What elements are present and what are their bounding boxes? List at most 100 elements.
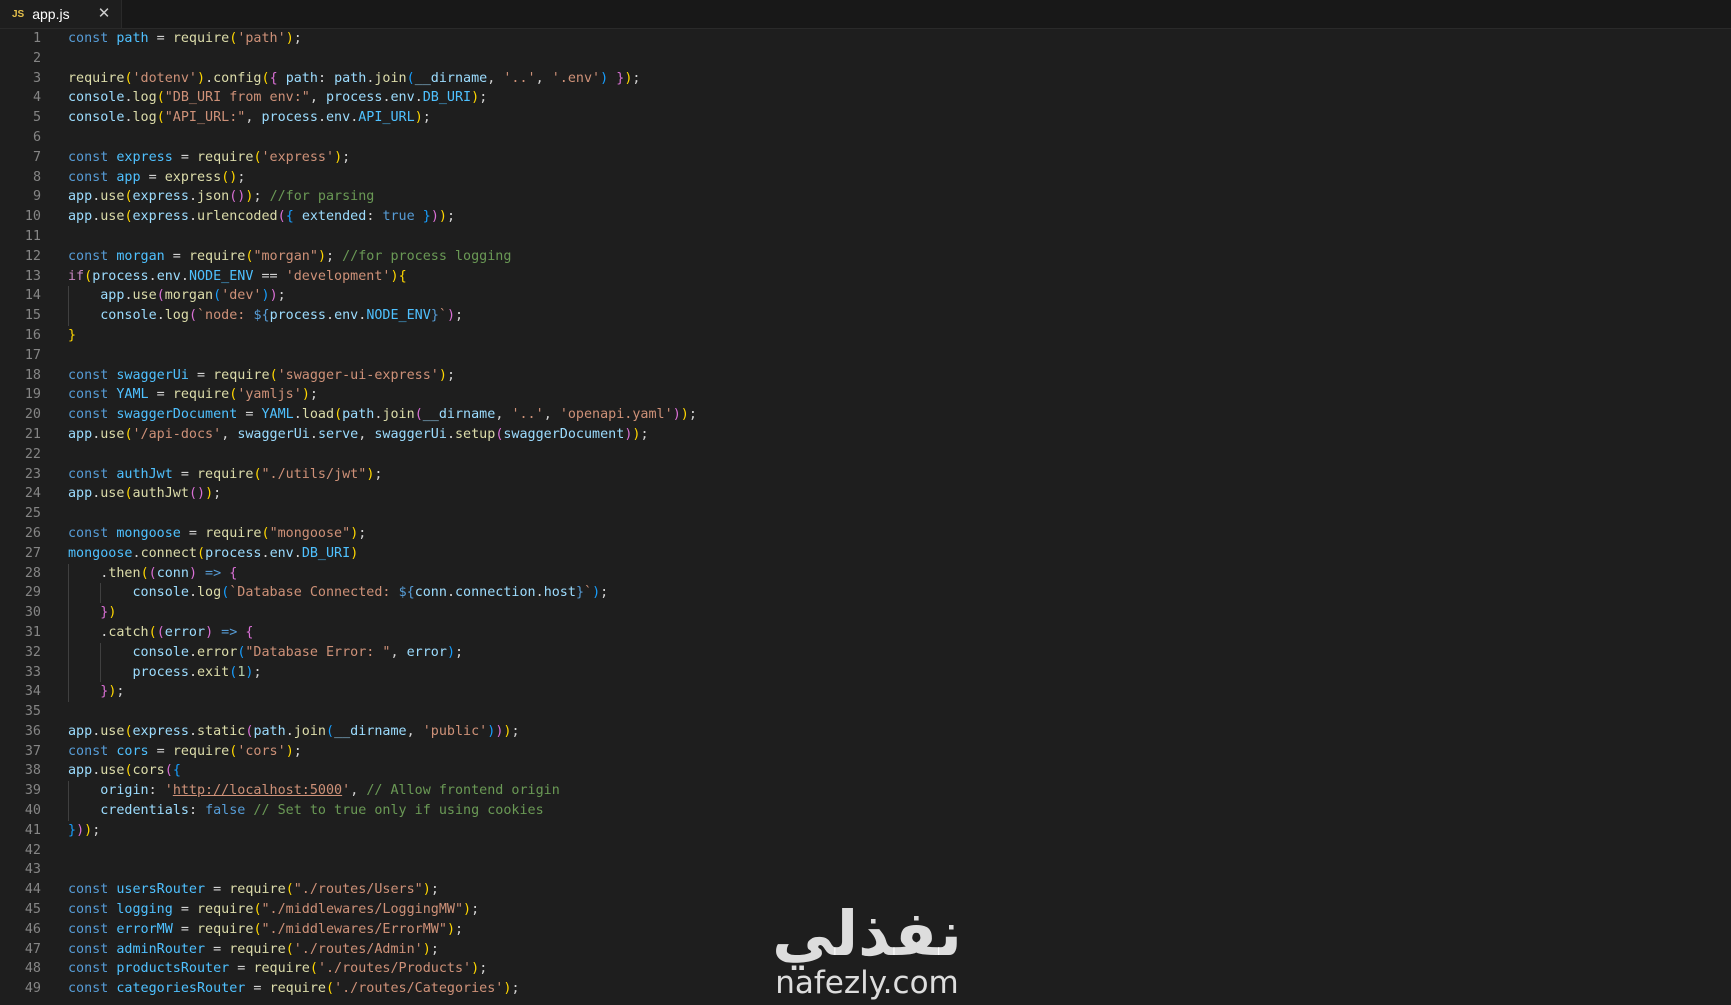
line-number: 35 (0, 702, 41, 722)
code-line: 25 (0, 504, 1731, 524)
code-line: 8const app = express(); (0, 168, 1731, 188)
code-text: const productsRouter = require('./routes… (68, 959, 487, 979)
code-line: 20 const swaggerDocument = YAML.load(path… (0, 405, 1731, 425)
code-line: 29 console.log(`Database Connected: ${co… (0, 583, 1731, 603)
line-number: 29 (0, 583, 41, 603)
line-number: 27 (0, 544, 41, 564)
watermark-arabic-text: نفذلي (772, 897, 962, 970)
code-line: 1 const path = require('path'); (0, 29, 1731, 49)
code-line: 43 (0, 860, 1731, 880)
code-text: }); (68, 682, 124, 702)
code-text: app.use('/api-docs', swaggerUi.serve, sw… (68, 425, 649, 445)
line-number: 3 (0, 69, 41, 89)
line-number: 36 (0, 722, 41, 742)
code-line: 21 app.use('/api-docs', swaggerUi.serve, … (0, 425, 1731, 445)
code-line: 5 console.log("API_URL:", process.env.API… (0, 108, 1731, 128)
line-number: 9 (0, 187, 41, 207)
line-number: 39 (0, 781, 41, 801)
code-line: 24app.use(authJwt()); (0, 484, 1731, 504)
line-number: 1 (0, 29, 41, 49)
line-number: 43 (0, 860, 41, 880)
code-line: 10app.use(express.urlencoded({ extended:… (0, 207, 1731, 227)
code-line: 4console.log("DB_URI from env:", process… (0, 88, 1731, 108)
code-line: 33 process.exit(1); (0, 663, 1731, 683)
code-line: 36 app.use(express.static(path.join(__dir… (0, 722, 1731, 742)
code-line: 35 (0, 702, 1731, 722)
code-text: } (68, 326, 76, 346)
code-text: const YAML = require('yamljs'); (68, 385, 318, 405)
line-number: 6 (0, 128, 41, 148)
code-text: app.use(express.static(path.join(__dirna… (68, 722, 520, 742)
code-line: 12 const morgan = require("morgan"); //fo… (0, 247, 1731, 267)
code-text: const mongoose = require("mongoose"); (68, 524, 366, 544)
code-line: 13if(process.env.NODE_ENV == 'developmen… (0, 267, 1731, 287)
code-text: origin: 'http://localhost:5000', // Allo… (68, 781, 560, 801)
code-editor[interactable]: 1 const path = require('path'); 23 require(… (0, 29, 1731, 1003)
line-number: 32 (0, 643, 41, 663)
code-text: app.use(morgan('dev')); (68, 286, 286, 306)
line-number: 2 (0, 49, 41, 69)
code-text: const express = require('express'); (68, 148, 350, 168)
code-line: 22 (0, 445, 1731, 465)
code-line: 17 (0, 346, 1731, 366)
code-line: 27 mongoose.connect(process.env.DB_URI) (0, 544, 1731, 564)
code-line: 37const cors = require('cors'); (0, 742, 1731, 762)
line-number: 7 (0, 148, 41, 168)
code-line: 14 app.use(morgan('dev')); (0, 286, 1731, 306)
code-line: 7 const express = require('express'); (0, 148, 1731, 168)
line-number: 48 (0, 959, 41, 979)
watermark-domain-text: nafezly.com (775, 965, 959, 1001)
code-line: 26const mongoose = require("mongoose"); (0, 524, 1731, 544)
code-text: credentials: false // Set to true only i… (68, 801, 544, 821)
line-number: 11 (0, 227, 41, 247)
line-number: 18 (0, 366, 41, 386)
code-text: if(process.env.NODE_ENV == 'development'… (68, 267, 407, 287)
code-text: const path = require('path'); (68, 29, 302, 49)
line-number: 38 (0, 761, 41, 781)
line-number: 5 (0, 108, 41, 128)
line-number: 30 (0, 603, 41, 623)
code-text: .catch((error) => { (68, 623, 253, 643)
code-text: console.error("Database Error: ", error)… (68, 643, 463, 663)
code-text: const usersRouter = require("./routes/Us… (68, 880, 439, 900)
code-text: })); (68, 821, 100, 841)
line-number: 34 (0, 682, 41, 702)
line-number: 49 (0, 979, 41, 999)
line-number: 12 (0, 247, 41, 267)
code-text: mongoose.connect(process.env.DB_URI) (68, 544, 358, 564)
code-line: 39 origin: 'http://localhost:5000', // A… (0, 781, 1731, 801)
line-number: 42 (0, 841, 41, 861)
tab-label: app.js (32, 6, 69, 22)
code-text: const authJwt = require("./utils/jwt"); (68, 465, 382, 485)
code-line: 30 }) (0, 603, 1731, 623)
tab-bar: JS app.js ✕ (0, 0, 1731, 29)
line-number: 40 (0, 801, 41, 821)
line-number: 4 (0, 88, 41, 108)
line-number: 8 (0, 168, 41, 188)
line-number: 23 (0, 465, 41, 485)
watermark-logo: نفذلي nafezly.com (760, 885, 975, 1005)
line-number: 21 (0, 425, 41, 445)
code-text: require('dotenv').config({ path: path.jo… (68, 69, 640, 89)
tab-app-js[interactable]: JS app.js ✕ (0, 0, 122, 28)
javascript-file-icon: JS (12, 9, 24, 20)
code-text: const logging = require("./middlewares/L… (68, 900, 479, 920)
line-number: 44 (0, 880, 41, 900)
line-number: 10 (0, 207, 41, 227)
code-text: console.log("API_URL:", process.env.API_… (68, 108, 431, 128)
code-text: const morgan = require("morgan"); //for … (68, 247, 511, 267)
line-number: 41 (0, 821, 41, 841)
line-number: 31 (0, 623, 41, 643)
code-line: 38app.use(cors({ (0, 761, 1731, 781)
line-number: 20 (0, 405, 41, 425)
code-text: app.use(express.json()); //for parsing (68, 187, 374, 207)
code-text: process.exit(1); (68, 663, 262, 683)
code-text: console.log(`node: ${process.env.NODE_EN… (68, 306, 463, 326)
code-line: 18const swaggerUi = require('swagger-ui-… (0, 366, 1731, 386)
code-text: }) (68, 603, 116, 623)
code-line: 6 (0, 128, 1731, 148)
line-number: 16 (0, 326, 41, 346)
code-text: const swaggerDocument = YAML.load(path.j… (68, 405, 697, 425)
line-number: 45 (0, 900, 41, 920)
close-icon[interactable]: ✕ (95, 4, 113, 22)
